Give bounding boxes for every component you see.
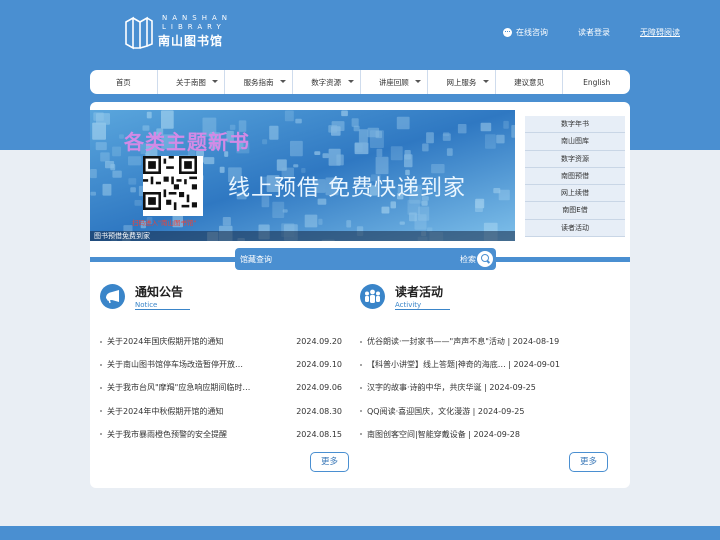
- notice-icon: [100, 284, 125, 309]
- notice-title: 通知公告: [135, 285, 184, 299]
- list-item[interactable]: 关于我市台风"摩羯"应急响应期间临时… 2024.09.06: [100, 376, 342, 399]
- list-item[interactable]: 关于我市暴雨橙色预警的安全提醒 2024.08.15: [100, 423, 342, 446]
- chevron-down-icon: [279, 80, 286, 83]
- list-item[interactable]: 关于南山图书馆停车场改造暂停开放… 2024.09.10: [100, 353, 342, 376]
- banner-slogan: 线上预借 免费快递到家: [228, 176, 466, 201]
- list-item[interactable]: 优谷朗读·一封家书——"声声不息"活动 | 2024-08-19: [360, 330, 560, 353]
- chevron-down-icon: [212, 80, 219, 83]
- bullet: [360, 386, 362, 389]
- accessibility-link[interactable]: 无障碍阅读: [640, 27, 680, 38]
- main-nav: 首页 关于南图 服务指南 数字资源 讲座回顾 网上服务 建议意见 English: [90, 70, 630, 94]
- activity-list: 优谷朗读·一封家书——"声声不息"活动 | 2024-08-19 【科普小讲堂】…: [360, 330, 560, 446]
- quick-links-menu: 数字年书 南山图库 数字资源 南图预借 网上续借 南图E借 读者活动: [525, 116, 625, 238]
- nav-item-english[interactable]: English: [563, 70, 630, 94]
- banner-caption: 图书预借免费到家: [90, 231, 515, 241]
- content-panel: 各类主题新书 线上预借 免费快递到家 扫码进入"南山图书馆" 图书预借免费到家 …: [90, 102, 630, 488]
- side-item-digital-resources[interactable]: 数字资源: [525, 150, 625, 168]
- library-logo[interactable]: NANSHAN LIBRARY 南山图书馆: [124, 14, 244, 54]
- qr-code-icon: [143, 156, 197, 210]
- list-item[interactable]: 关于2024年国庆假期开馆的通知 2024.09.20: [100, 330, 342, 353]
- nav-item-suggestions[interactable]: 建议意见: [496, 70, 564, 94]
- logo-chinese: 南山图书馆: [158, 34, 224, 48]
- header-links: 在线咨询 读者登录 无障碍阅读: [473, 27, 680, 38]
- bullet: [360, 340, 362, 343]
- side-item-e-borrow[interactable]: 南图E借: [525, 202, 625, 220]
- activity-more-button[interactable]: 更多: [569, 452, 608, 472]
- chevron-down-icon: [415, 80, 422, 83]
- footer-band: [0, 526, 720, 540]
- reader-login-link[interactable]: 读者登录: [578, 27, 610, 38]
- bullet: [360, 433, 362, 436]
- notice-subtitle: Notice: [135, 301, 190, 310]
- nav-item-about[interactable]: 关于南图: [158, 70, 226, 94]
- qr-code: [143, 156, 203, 216]
- people-icon: [360, 284, 385, 309]
- nav-item-service-guide[interactable]: 服务指南: [225, 70, 293, 94]
- catalog-search-bar[interactable]: 馆藏查询 检索: [235, 248, 496, 270]
- side-item-reader-activities[interactable]: 读者活动: [525, 219, 625, 238]
- activity-title: 读者活动: [395, 285, 444, 299]
- list-item[interactable]: 汉字的故事·诗韵中华，共庆华诞 | 2024-09-25: [360, 376, 560, 399]
- list-item[interactable]: 【科普小讲堂】线上答题|神奇的海底… | 2024-09-01: [360, 353, 560, 376]
- chevron-down-icon: [482, 80, 489, 83]
- banner-title: 各类主题新书: [124, 130, 250, 154]
- search-icon[interactable]: [477, 251, 493, 267]
- bullet: [100, 363, 102, 366]
- side-item-pre-borrow[interactable]: 南图预借: [525, 167, 625, 186]
- online-consult-link[interactable]: 在线咨询: [503, 27, 548, 38]
- bullet: [100, 340, 102, 343]
- side-item-online-renew[interactable]: 网上续借: [525, 185, 625, 203]
- chat-icon: [503, 28, 512, 37]
- promo-banner[interactable]: 各类主题新书 线上预借 免费快递到家 扫码进入"南山图书馆" 图书预借免费到家: [90, 110, 515, 241]
- notice-list: 关于2024年国庆假期开馆的通知 2024.09.20 关于南山图书馆停车场改造暂…: [100, 330, 342, 446]
- logo-english: NANSHAN LIBRARY: [162, 14, 232, 31]
- activity-header: 读者活动 Activity: [360, 283, 450, 310]
- nav-item-digital-resources[interactable]: 数字资源: [293, 70, 361, 94]
- nav-item-home[interactable]: 首页: [90, 70, 158, 94]
- list-item[interactable]: QQ阅读·喜迎国庆，文化漫游 | 2024-09-25: [360, 400, 560, 423]
- activity-subtitle: Activity: [395, 301, 450, 310]
- side-item-image-library[interactable]: 南山图库: [525, 133, 625, 151]
- nav-item-online-service[interactable]: 网上服务: [428, 70, 496, 94]
- notice-more-button[interactable]: 更多: [310, 452, 349, 472]
- nav-item-lectures[interactable]: 讲座回顾: [361, 70, 429, 94]
- list-item[interactable]: 南图创客空间|智能穿戴设备 | 2024-09-28: [360, 423, 560, 446]
- bullet: [360, 410, 362, 413]
- chevron-down-icon: [347, 80, 354, 83]
- notice-header: 通知公告 Notice: [100, 283, 190, 310]
- list-item[interactable]: 关于2024年中秋假期开馆的通知 2024.08.30: [100, 400, 342, 423]
- qr-note: 扫码进入"南山图书馆": [132, 219, 197, 227]
- side-item-digital-yearbook[interactable]: 数字年书: [525, 116, 625, 134]
- bullet: [360, 363, 362, 366]
- search-label: 馆藏查询: [240, 254, 272, 264]
- search-button-label[interactable]: 检索: [460, 254, 476, 265]
- bullet: [100, 433, 102, 436]
- book-logo-icon: [125, 16, 153, 50]
- bullet: [100, 386, 102, 389]
- bullet: [100, 410, 102, 413]
